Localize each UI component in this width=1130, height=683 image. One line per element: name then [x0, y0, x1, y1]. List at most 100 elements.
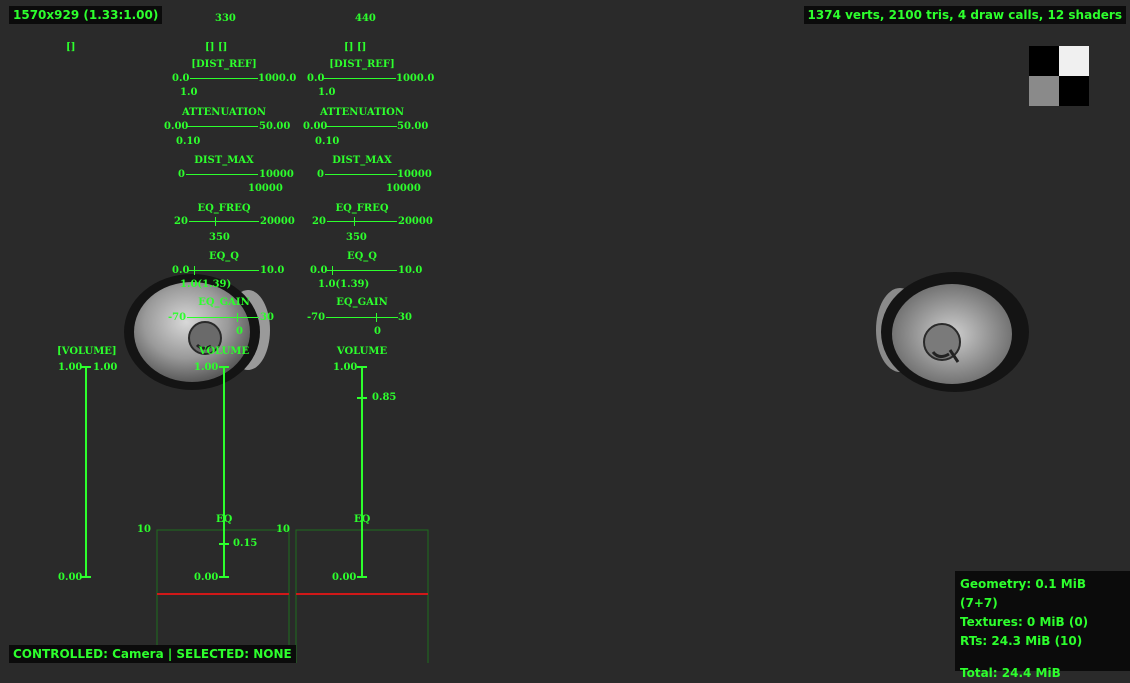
col2-dist-max-min: 0: [317, 169, 324, 180]
col2-volume-top: 1.00: [333, 362, 358, 373]
col1-volume-marker-value: 0.15: [233, 538, 258, 549]
col2-eq-q-slider[interactable]: [327, 270, 397, 271]
col2-eq-freq-max: 20000: [398, 216, 433, 227]
col2-volume-bottom-tick: [357, 576, 367, 578]
col2-eq-gain-value: 0: [374, 326, 381, 337]
col1-volume-top: 1.00: [194, 362, 219, 373]
col1-dist-max-label: DIST_MAX: [194, 155, 254, 166]
col2-eq-gain-min: -70: [307, 312, 326, 323]
col2-eq-gain-label: EQ_GAIN: [336, 297, 388, 308]
col2-header: 440: [355, 13, 376, 24]
col2-eq-freq-value: 350: [346, 232, 367, 243]
col2-dist-max-slider[interactable]: [325, 174, 397, 175]
col2-dist-ref-label: [DIST_REF]: [329, 59, 395, 70]
col2-eq-q-label: EQ_Q: [346, 251, 378, 262]
col1-header: 330: [215, 13, 236, 24]
memory-geometry: Geometry: 0.1 MiB (7+7): [960, 577, 1086, 610]
resolution-badge: 1570x929 (1.33:1.00): [9, 6, 163, 24]
col2-eq-freq-slider[interactable]: [327, 221, 397, 222]
col2-dist-ref-slider[interactable]: [324, 78, 396, 79]
col1-eq-freq-label: EQ_FREQ: [197, 203, 251, 214]
col1-eq-gain-marker: [237, 313, 238, 322]
col2-toggles[interactable]: [] []: [344, 42, 366, 53]
checkerboard-texture-icon: [1029, 46, 1089, 106]
col0-volume-label: [VOLUME]: [57, 346, 117, 357]
col2-volume-marker-value: 0.85: [372, 392, 397, 403]
col1-dist-ref-label: [DIST_REF]: [191, 59, 257, 70]
col1-eq-q-max: 10.0: [260, 265, 285, 276]
col1-eq-freq-slider[interactable]: [189, 221, 259, 222]
col1-dist-ref-value: 1.0: [180, 87, 198, 98]
scene-viewport[interactable]: [0, 0, 1130, 663]
col2-dist-ref-value: 1.0: [318, 87, 336, 98]
col2-eq-freq-label: EQ_FREQ: [335, 203, 389, 214]
col2-dist-max-label: DIST_MAX: [332, 155, 392, 166]
col2-eq-q-min: 0.0: [310, 265, 328, 276]
selection-status: CONTROLLED: Camera | SELECTED: NONE: [9, 645, 296, 663]
col1-attenuation-max: 50.00: [259, 121, 291, 132]
col2-eq-q-value: 1.0(1.39): [318, 279, 370, 290]
col0-volume-top-right: 1.00: [93, 362, 118, 373]
col1-dist-ref-max: 1000.0: [258, 73, 297, 84]
col2-dist-max-value: 10000: [386, 183, 421, 194]
col1-eq-q-label: EQ_Q: [208, 251, 240, 262]
col1-dist-ref-slider[interactable]: [190, 78, 258, 79]
col2-volume-label: VOLUME: [336, 346, 388, 357]
col2-eq-freq-marker: [354, 217, 355, 226]
col1-volume-marker: [219, 543, 229, 545]
col1-eq-box-label: EQ: [216, 514, 233, 525]
col1-eq-freq-marker: [215, 217, 216, 226]
col1-dist-max-max: 10000: [259, 169, 294, 180]
col2-eq-q-marker: [332, 266, 333, 275]
col1-volume-bottom-tick: [219, 576, 229, 578]
col2-eq-freq-min: 20: [312, 216, 326, 227]
col1-attenuation-value: 0.10: [176, 136, 201, 147]
col1-volume-label: VOLUME: [198, 346, 250, 357]
speaker-object-right[interactable]: [876, 272, 1029, 392]
memory-textures: Textures: 0 MiB (0): [960, 615, 1089, 629]
memory-rts: RTs: 24.3 MiB (10): [960, 634, 1083, 648]
col2-volume-marker: [357, 397, 367, 399]
col1-dist-max-min: 0: [178, 169, 185, 180]
col1-dist-max-value: 10000: [248, 183, 283, 194]
col1-volume-bottom: 0.00: [194, 572, 219, 583]
col2-eq-gain-slider[interactable]: [326, 317, 398, 318]
col2-dist-ref-max: 1000.0: [396, 73, 435, 84]
col2-attenuation-min: 0.00: [303, 121, 328, 132]
col1-eq-gain-min: -70: [168, 312, 187, 323]
col2-eq-gain-max: 30: [398, 312, 412, 323]
col1-eq-q-min: 0.0: [172, 265, 190, 276]
col2-eq-gain-marker: [376, 313, 377, 322]
col0-volume-slider[interactable]: [85, 366, 87, 578]
col2-eq-box-label: EQ: [354, 514, 371, 525]
col0-toggle[interactable]: []: [66, 42, 75, 53]
col2-dist-ref-min: 0.0: [307, 73, 325, 84]
col1-eq-gain-slider[interactable]: [187, 317, 259, 318]
col0-volume-top-left: 1.00: [58, 362, 83, 373]
col1-attenuation-min: 0.00: [164, 121, 189, 132]
col1-dist-ref-min: 0.0: [172, 73, 190, 84]
col2-eq-q-max: 10.0: [398, 265, 423, 276]
col1-eq-q-value: 1.0(1.39): [180, 279, 232, 290]
col0-volume-bottom: 0.00: [58, 572, 83, 583]
col2-dist-max-max: 10000: [397, 169, 432, 180]
col2-attenuation-value: 0.10: [315, 136, 340, 147]
col1-eq-gain-value: 0: [236, 326, 243, 337]
col1-attenuation-slider[interactable]: [187, 126, 258, 127]
col1-toggles[interactable]: [] []: [205, 42, 227, 53]
col1-eq-freq-value: 350: [209, 232, 230, 243]
col2-attenuation-label: ATTENUATION: [319, 107, 405, 118]
col1-volume-slider[interactable]: [223, 366, 225, 578]
col1-eq-freq-min: 20: [174, 216, 188, 227]
col2-attenuation-max: 50.00: [397, 121, 429, 132]
col0-volume-bottom-tick: [81, 576, 91, 578]
col2-eq-box-scale: 10: [276, 524, 290, 535]
col1-eq-freq-max: 20000: [260, 216, 295, 227]
col1-eq-q-slider[interactable]: [189, 270, 259, 271]
col1-eq-box-scale: 10: [137, 524, 151, 535]
render-stats-badge: 1374 verts, 2100 tris, 4 draw calls, 12 …: [803, 6, 1126, 24]
col2-attenuation-slider[interactable]: [326, 126, 397, 127]
col1-eq-gain-label: EQ_GAIN: [198, 297, 250, 308]
col1-attenuation-label: ATTENUATION: [181, 107, 267, 118]
col1-dist-max-slider[interactable]: [186, 174, 258, 175]
